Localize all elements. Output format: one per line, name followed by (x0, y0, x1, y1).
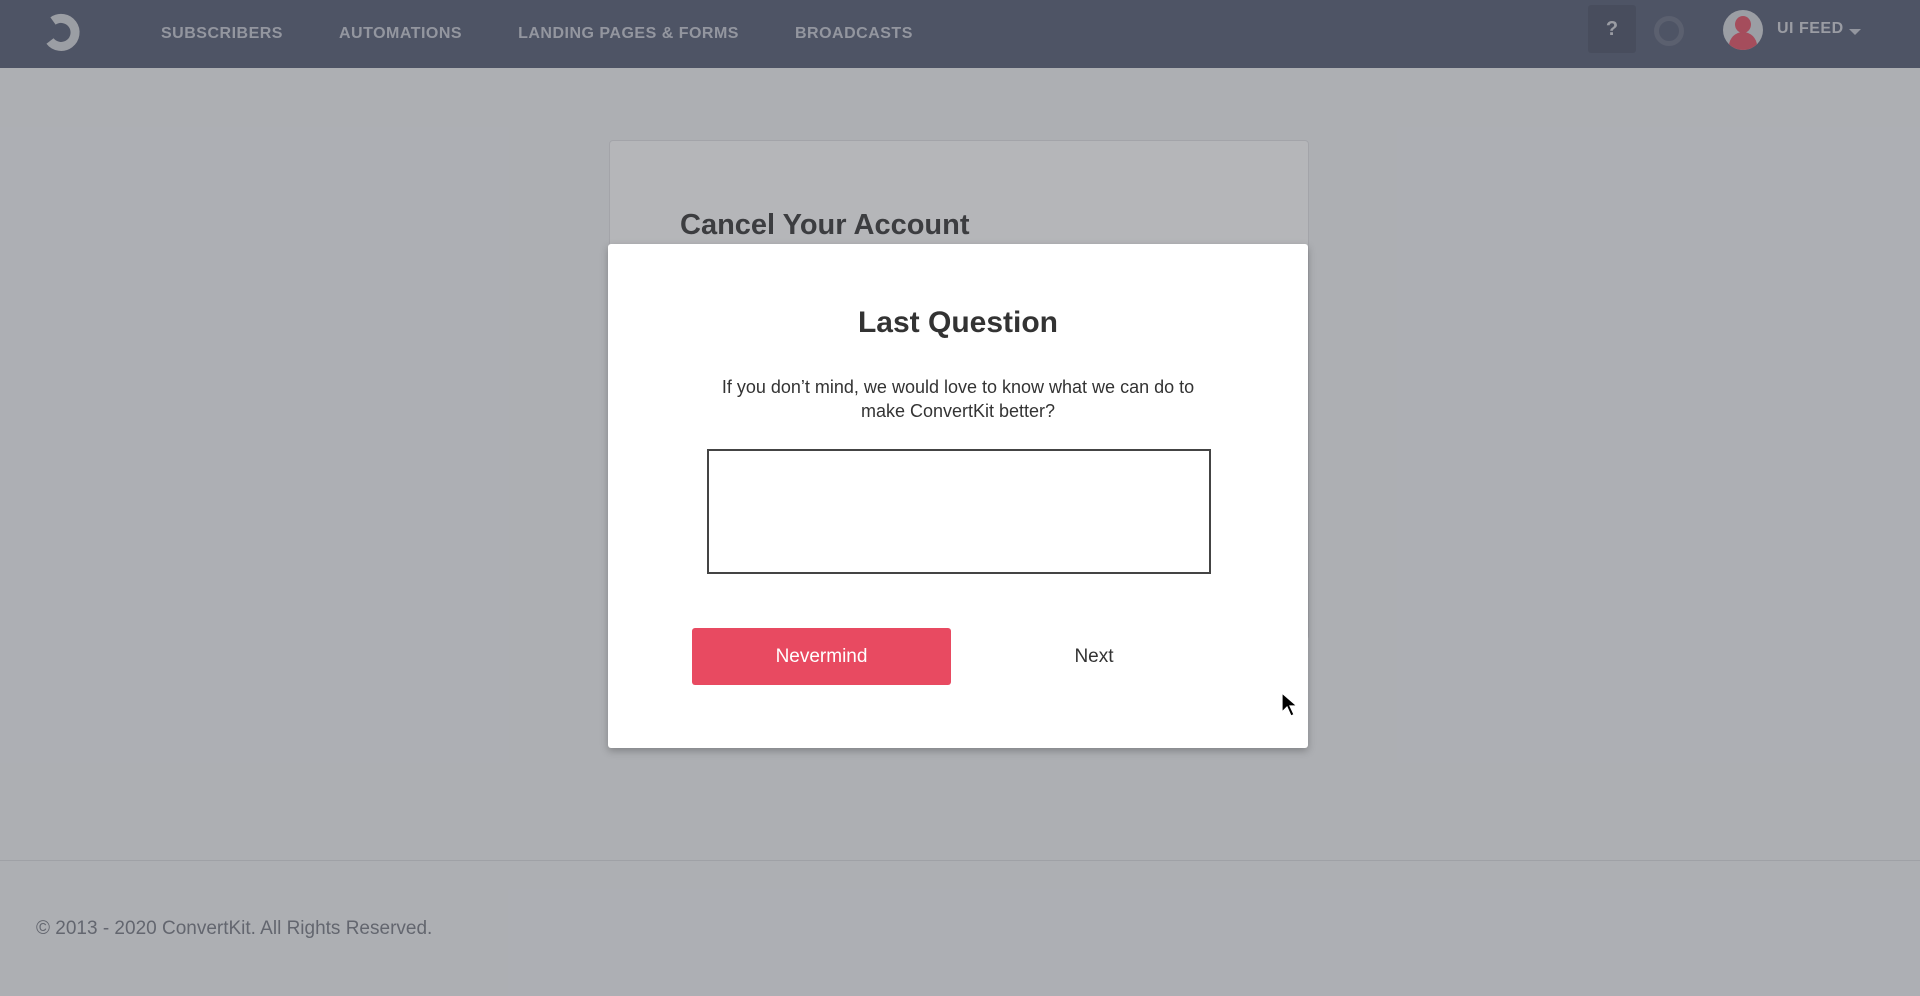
next-button[interactable]: Next (989, 628, 1199, 685)
mouse-cursor-icon (1281, 692, 1299, 717)
modal-description: If you don’t mind, we would love to know… (721, 377, 1195, 421)
nevermind-button[interactable]: Nevermind (692, 628, 951, 685)
modal-title: Last Question (857, 306, 1059, 339)
last-question-modal: Last Question If you don’t mind, we woul… (608, 244, 1308, 748)
feedback-textarea[interactable] (707, 449, 1211, 574)
